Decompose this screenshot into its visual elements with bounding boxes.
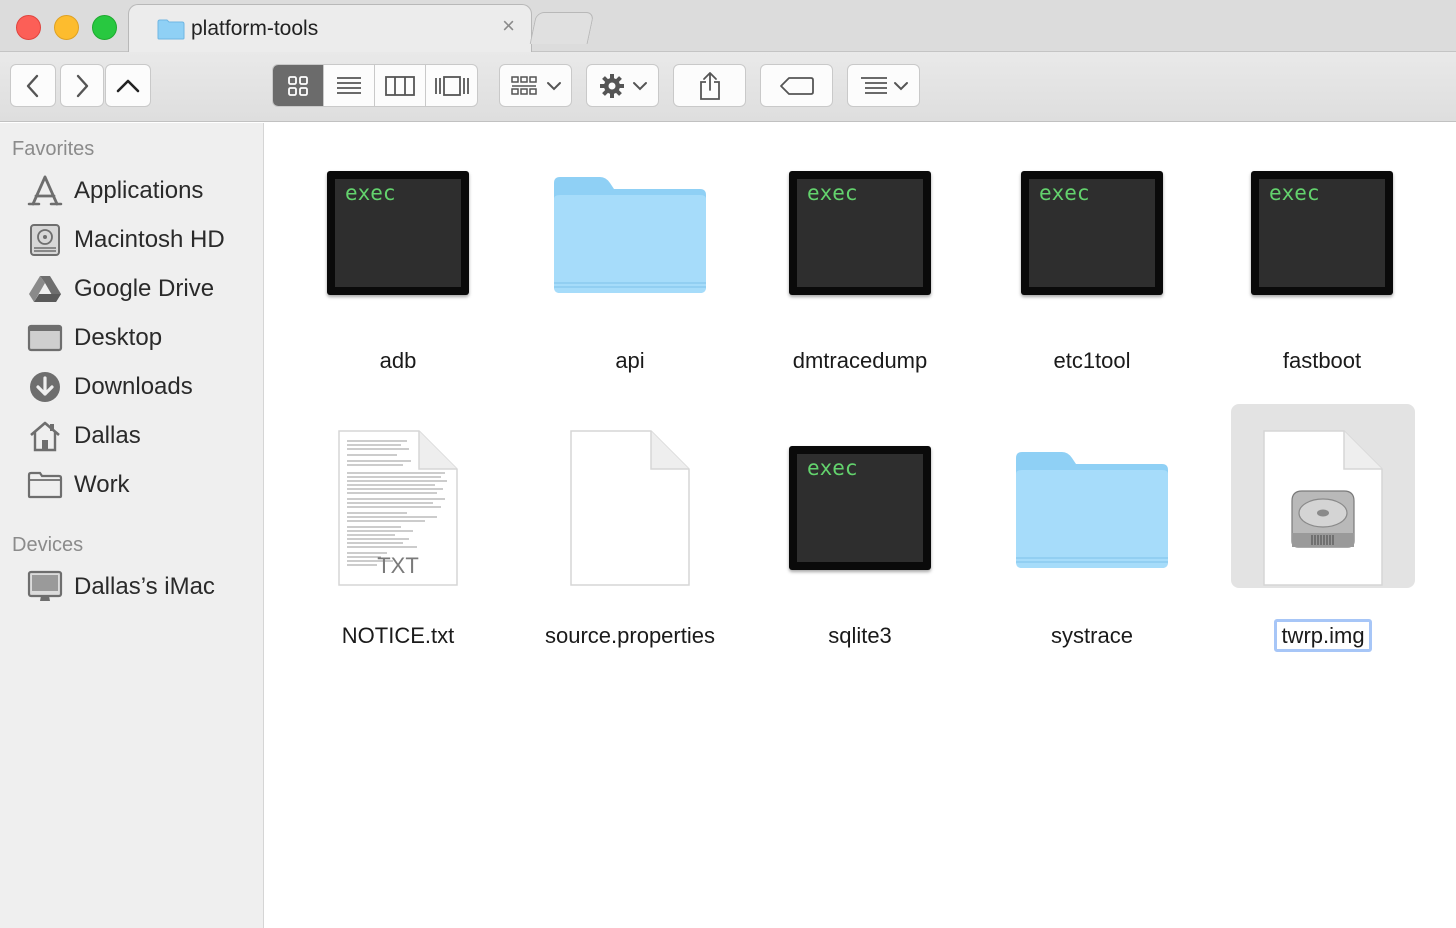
- exec-badge: exec: [1269, 181, 1320, 205]
- column-view-button[interactable]: [375, 65, 426, 106]
- sidebar-item-macintosh-hd[interactable]: Macintosh HD: [26, 220, 256, 260]
- grid-arrange-icon: [510, 75, 537, 95]
- list-view-icon: [337, 76, 361, 94]
- chevron-left-icon: [26, 74, 39, 97]
- view-mode-control: [272, 64, 478, 107]
- executable-icon: exec: [977, 153, 1207, 313]
- sidebar-item-desktop[interactable]: Desktop: [26, 318, 256, 358]
- sidebar-item-downloads[interactable]: Downloads: [26, 367, 256, 407]
- toolbar: [0, 52, 1456, 122]
- disk-image-icon: [1208, 428, 1438, 588]
- folder-icon: [515, 153, 745, 313]
- rename-field[interactable]: twrp.img: [1274, 619, 1372, 652]
- executable-icon: exec: [1207, 153, 1437, 313]
- icon-grid-icon: [288, 75, 308, 96]
- exec-badge: exec: [807, 181, 858, 205]
- tags-button[interactable]: [760, 64, 833, 107]
- file-name: api: [615, 348, 645, 373]
- file-name: systrace: [1051, 623, 1133, 648]
- sidebar-item-dallas-imac[interactable]: Dallas’s iMac: [26, 567, 256, 607]
- imac-icon: [26, 569, 64, 605]
- tag-icon: [779, 76, 814, 95]
- sidebar-item-work[interactable]: Work: [26, 465, 256, 505]
- executable-icon: exec: [283, 153, 513, 313]
- sidebar-item-label: Dallas’s iMac: [74, 573, 215, 600]
- sidebar-item-applications[interactable]: Applications: [26, 171, 256, 211]
- folder-icon: [977, 428, 1207, 588]
- arrange-menu-button[interactable]: [499, 64, 572, 107]
- file-name: source.properties: [545, 623, 715, 648]
- gear-icon: [599, 73, 624, 98]
- tab-platform-tools[interactable]: platform-tools ×: [128, 4, 532, 53]
- downloads-icon: [26, 369, 64, 405]
- text-document-icon: TXT: [283, 428, 513, 588]
- sidebar-item-google-drive[interactable]: Google Drive: [26, 269, 256, 309]
- cover-flow-icon: [434, 75, 469, 96]
- executable-icon: exec: [745, 153, 975, 313]
- sidebar-item-label: Applications: [74, 177, 204, 204]
- sort-menu-button[interactable]: [847, 64, 920, 107]
- file-name: etc1tool: [1053, 348, 1131, 373]
- file-name: adb: [379, 348, 417, 373]
- list-view-button[interactable]: [324, 65, 375, 106]
- sidebar-item-label: Downloads: [74, 373, 193, 400]
- exec-badge: exec: [807, 456, 858, 480]
- sidebar: Favorites Applications Macintosh HD Goog…: [0, 123, 264, 928]
- icon-view-button[interactable]: [273, 65, 324, 106]
- sidebar-item-label: Dallas: [74, 422, 141, 449]
- enclosing-folder-button[interactable]: [105, 64, 151, 107]
- executable-icon: exec: [745, 428, 975, 588]
- exec-badge: exec: [1039, 181, 1090, 205]
- close-window-button[interactable]: [16, 15, 41, 40]
- file-browser-grid: exec adb api exec dmtracedump exec etc1t…: [265, 123, 1456, 928]
- folder-icon: [157, 19, 185, 40]
- hard-drive-icon: [26, 222, 64, 258]
- chevron-down-icon: [632, 81, 647, 90]
- file-name: NOTICE.txt: [341, 623, 455, 648]
- applications-icon: [26, 173, 64, 209]
- document-icon: [515, 428, 745, 588]
- favorites-heading: Favorites: [12, 138, 95, 160]
- chevron-right-icon: [76, 74, 89, 97]
- new-tab-button[interactable]: [529, 12, 595, 44]
- desktop-icon: [26, 320, 64, 356]
- sidebar-item-dallas[interactable]: Dallas: [26, 416, 256, 456]
- share-button[interactable]: [673, 64, 746, 107]
- minimize-window-button[interactable]: [54, 15, 79, 40]
- column-view-icon: [385, 75, 415, 96]
- devices-heading: Devices: [12, 534, 84, 556]
- txt-badge: TXT: [377, 553, 419, 578]
- chevron-down-icon: [893, 81, 908, 90]
- chevron-down-icon: [546, 81, 561, 90]
- sidebar-item-label: Desktop: [74, 324, 163, 351]
- forward-button[interactable]: [60, 64, 104, 107]
- folder-icon: [26, 467, 64, 503]
- chevron-up-icon: [116, 79, 140, 92]
- exec-badge: exec: [345, 181, 396, 205]
- cover-flow-view-button[interactable]: [426, 65, 477, 106]
- file-name-selected: twrp.img: [1208, 619, 1438, 652]
- sidebar-item-label: Work: [74, 471, 130, 498]
- sort-list-icon: [860, 76, 887, 94]
- file-name: dmtracedump: [792, 348, 928, 373]
- share-icon: [699, 71, 720, 100]
- sidebar-item-label: Macintosh HD: [74, 226, 225, 253]
- tab-close-icon[interactable]: ×: [502, 13, 515, 38]
- file-name: sqlite3: [828, 623, 892, 648]
- action-menu-button[interactable]: [586, 64, 659, 107]
- zoom-window-button[interactable]: [92, 15, 117, 40]
- tab-title: platform-tools: [191, 17, 319, 40]
- google-drive-icon: [26, 271, 64, 307]
- sidebar-item-label: Google Drive: [74, 275, 215, 302]
- home-icon: [26, 418, 64, 454]
- file-name: fastboot: [1282, 348, 1362, 373]
- title-bar: platform-tools ×: [0, 0, 1456, 53]
- back-button[interactable]: [10, 64, 56, 107]
